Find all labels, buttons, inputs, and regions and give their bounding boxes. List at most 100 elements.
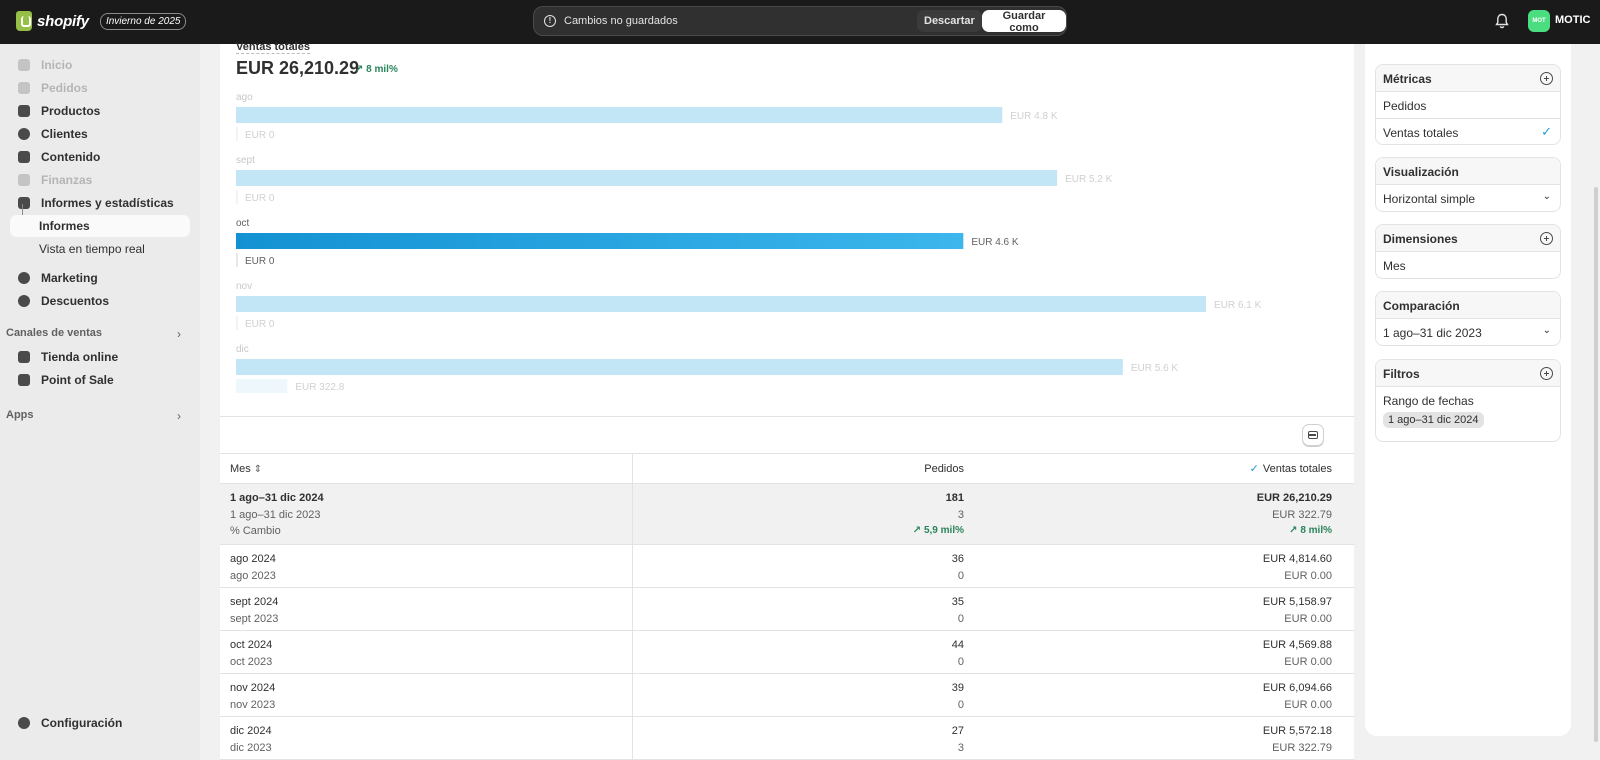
add-circle-icon[interactable] [1540,367,1553,380]
top-bar: shopify Invierno de 2025 ! Cambios no gu… [0,0,1600,44]
chart-card: Ventas totales EUR 26,210.29 ↗ 8 mil% ag… [220,41,1354,416]
dimensions-card: Dimensiones Mes [1375,224,1561,279]
cell-value: dic 2024 [230,725,272,737]
tag-icon [18,105,30,117]
table-row: oct 2024 oct 2023 44 0 EUR 4,569.88 EUR 0.0… [220,630,1354,674]
column-header-pedidos[interactable]: Pedidos [632,453,972,484]
avatar[interactable]: MOT [1528,10,1550,32]
bar [236,296,1206,312]
nav-label: Configuración [41,716,123,730]
cell-value-previous: 0 [957,655,964,668]
summary-pedidos-cell: 181 3 ↗ 5,9 mil% [632,483,972,545]
category-label: oct [236,218,250,229]
discard-button[interactable]: Descartar [917,10,982,32]
comparison-header: Comparación [1376,292,1560,319]
cell-value-previous: ago 2023 [230,569,276,582]
chevron-right-icon[interactable]: › [177,327,181,341]
table-layout-button[interactable] [1302,424,1324,446]
cell-mes: dic 2024 dic 2023 [220,716,633,760]
cell-value: ago 2024 [230,553,276,565]
sales-channels-heading[interactable]: Canales de ventas [6,327,102,339]
table-row: dic 2024 dic 2023 27 3 EUR 5,572.18 EUR 322… [220,716,1354,760]
nav-item-contenido[interactable]: Contenido [10,146,190,168]
nav-label: Tienda online [41,350,119,364]
visualization-card: Visualización Horizontal simple ⌄ [1375,157,1561,212]
nav-item-clientes[interactable]: Clientes [10,123,190,145]
filter-date-range[interactable]: Rango de fechas 1 ago–31 dic 2024 [1376,387,1560,441]
comparison-bar [236,190,238,204]
content-icon [18,151,30,163]
check-icon: ✓ [1541,124,1552,139]
cell-value-previous: oct 2023 [230,655,273,668]
unsaved-changes-bar: ! Cambios no guardados Descartar Guardar… [533,6,1067,36]
shopify-logo[interactable]: shopify Invierno de 2025 [16,11,187,31]
column-header-ventas[interactable]: ✓ Ventas totales [972,453,1354,484]
summary-ventas-cell: EUR 26,210.29 EUR 322.79 ↗ 8 mil% [972,483,1354,545]
comparison-bar [236,127,238,141]
bar-value-label: EUR 5.2 K [1065,174,1113,185]
nav-item-productos[interactable]: Productos [10,100,190,122]
cell-value: EUR 5,572.18 [1262,725,1332,737]
nav-item-marketing[interactable]: Marketing [10,267,190,289]
cell-mes: oct 2024 oct 2023 [220,630,633,674]
edition-badge[interactable]: Invierno de 2025 [99,12,187,30]
main-content: Ventas totales EUR 26,210.29 ↗ 8 mil% ag… [200,41,1600,760]
home-icon [18,59,30,71]
comparison-select[interactable]: 1 ago–31 dic 2023 ⌄ [1376,319,1560,345]
cell-value-previous: 0 [957,698,964,711]
add-circle-icon[interactable] [1540,72,1553,85]
nav-label: Contenido [41,150,101,164]
summary-pedidos-current: 181 [945,492,964,504]
column-header-mes[interactable]: Mes ⇕ [220,453,633,484]
shopify-bag-icon [16,11,32,31]
metrics-title: Métricas [1383,72,1432,86]
bell-icon[interactable] [1495,13,1509,29]
nav-label: Inicio [41,58,73,72]
save-as-button[interactable]: Guardar como [982,10,1066,34]
cell-value: nov 2024 [230,682,276,694]
nav-item-informes-estadisticas[interactable]: Informes y estadísticas [10,192,190,214]
nav-item-pedidos[interactable]: Pedidos [10,77,190,99]
metric-item-pedidos[interactable]: Pedidos [1376,92,1560,118]
person-icon [18,128,30,140]
bar [236,233,964,249]
sort-icon[interactable]: ⇕ [254,464,262,475]
dimension-item-mes[interactable]: Mes [1376,252,1560,278]
filter-tag[interactable]: 1 ago–31 dic 2024 [1383,412,1484,428]
chevron-right-icon[interactable]: › [177,409,181,423]
scrollbar[interactable] [1594,187,1598,742]
summary-ventas-previous: EUR 322.79 [1272,508,1332,521]
select-value: 1 ago–31 dic 2023 [1383,326,1482,340]
nav-item-vista-tiempo-real[interactable]: Vista en tiempo real [10,238,190,260]
nav-item-inicio[interactable]: Inicio [10,54,190,76]
apps-heading[interactable]: Apps [6,409,34,421]
store-name[interactable]: MOTIC [1555,14,1590,26]
column-label: Ventas totales [1262,463,1332,475]
comparison-bar [236,253,238,267]
metric-item-ventas-totales[interactable]: Ventas totales ✓ [1376,118,1560,144]
add-circle-icon[interactable] [1540,232,1553,245]
nav-item-configuracion[interactable]: Configuración [10,712,190,734]
unsaved-changes-text: Cambios no guardados [564,15,678,27]
filter-label: Rango de fechas [1383,394,1474,408]
nav-item-descuentos[interactable]: Descuentos [10,290,190,312]
cell-ventas: EUR 4,814.60 EUR 0.00 [972,544,1354,588]
nav-item-tienda-online[interactable]: Tienda online [10,346,190,368]
cell-ventas: EUR 6,094.66 EUR 0.00 [972,673,1354,717]
cell-value-previous: EUR 0.00 [1284,698,1332,711]
cell-pedidos: 39 0 [632,673,972,717]
cell-value-previous: 0 [957,612,964,625]
nav-item-informes[interactable]: Informes [10,215,190,237]
report-settings-panel: Métricas Pedidos Ventas totales ✓ Visuali… [1365,44,1571,736]
nav-label: Marketing [41,271,98,285]
filters-title: Filtros [1383,367,1420,381]
visualization-select[interactable]: Horizontal simple ⌄ [1376,185,1560,211]
table-row: ago 2024 ago 2023 36 0 EUR 4,814.60 EUR 0.0… [220,544,1354,588]
nav-item-finanzas[interactable]: Finanzas [10,169,190,191]
cell-mes: sept 2024 sept 2023 [220,587,633,631]
chevron-down-icon: ⌄ [1542,191,1551,202]
comparison-value-label: EUR 0 [245,319,275,330]
change-value: 5,9 mil% [923,525,964,536]
cell-value: 35 [951,596,964,608]
nav-item-point-of-sale[interactable]: Point of Sale [10,369,190,391]
